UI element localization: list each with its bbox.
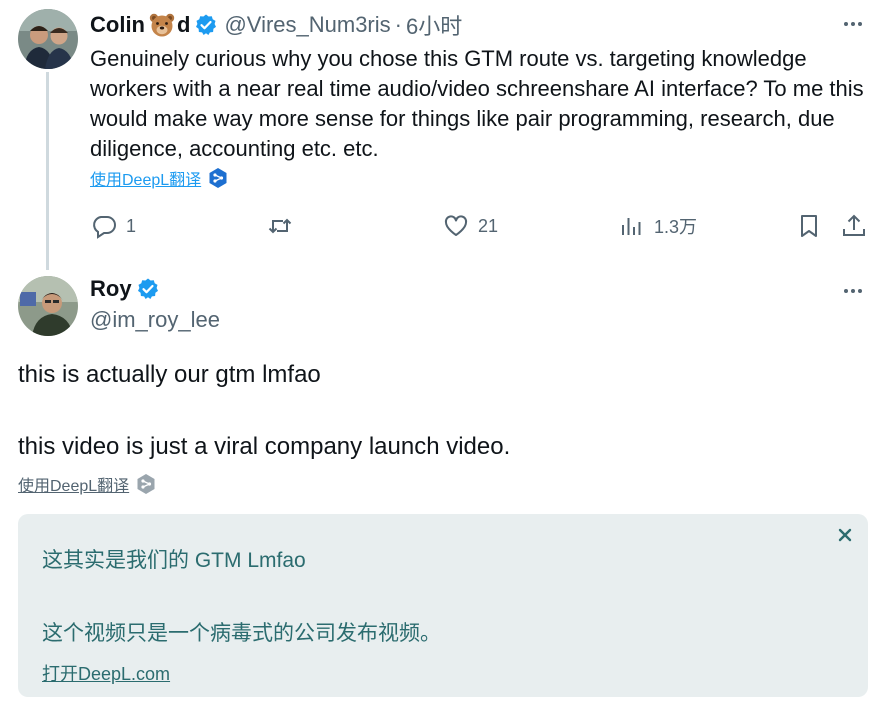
like-button[interactable]: 21 [442,210,498,242]
translate-with-deepl-link[interactable]: 使用DeepL翻译 [18,472,157,496]
verified-icon [136,277,160,301]
translate-label: 使用DeepL翻译 [18,478,130,495]
avatar-colin[interactable] [18,9,78,69]
author-name-suffix[interactable]: d [177,12,190,38]
bookmark-button[interactable] [795,210,823,242]
tweet2-text-line: this video is just a viral company launc… [18,433,511,460]
translation-line: 这个视频只是一个病毒式的公司发布视频。 [42,622,441,645]
tweet1-action-bar: 1 21 1.3万 [90,210,872,242]
thread-connector-line [46,72,49,270]
header-separator: · [394,12,402,37]
tweet1-text: Genuinely curious why you chose this GTM… [90,46,864,161]
bookmark-icon [801,215,817,237]
retweet-button[interactable] [266,210,294,242]
tweet2-header: Roy [90,276,160,302]
more-options-button[interactable] [840,11,866,37]
open-deepl-link[interactable]: 打开DeepL.com [42,660,170,686]
views-button[interactable]: 1.3万 [618,210,697,242]
translate-with-deepl-link[interactable]: 使用DeepL翻译 [90,166,229,190]
author-name[interactable]: Colin [90,12,145,38]
reply-count: 1 [126,215,137,236]
views-icon [622,218,641,235]
deepl-icon [137,474,155,494]
close-icon [838,528,852,542]
author-handle[interactable]: @Vires_Num3ris [224,12,390,38]
close-translation-button[interactable] [834,524,856,546]
deepl-icon [209,168,227,188]
tweet2-text-line: this is actually our gtm lmfao [18,361,321,388]
more-options-button[interactable] [840,278,866,304]
more-icon [844,289,862,293]
like-icon [444,215,468,236]
deepl-translation-panel: 这其实是我们的 GTM Lmfao 这个视频只是一个病毒式的公司发布视频。 打开… [18,514,868,697]
retweet-icon [268,218,292,234]
more-icon [844,22,862,26]
tweet-timestamp[interactable]: 6小时 [406,9,462,41]
author-handle[interactable]: @im_roy_lee [90,307,220,333]
tweet2-text: this is actually our gtm lmfao this vide… [18,358,868,464]
share-icon [843,214,865,236]
tweet1-header: Colin d @Vires_Num3ris · 6小时 [90,10,462,40]
like-count: 21 [478,215,499,236]
bear-emoji-icon [149,12,175,38]
share-button[interactable] [840,210,868,242]
avatar-roy[interactable] [18,276,78,336]
verified-icon [194,13,218,37]
translation-line: 这其实是我们的 GTM Lmfao [42,549,306,572]
translate-label: 使用DeepL翻译 [90,172,202,189]
view-count: 1.3万 [654,217,698,237]
author-name[interactable]: Roy [90,276,132,302]
reply-icon [93,216,116,239]
reply-button[interactable]: 1 [90,210,136,242]
